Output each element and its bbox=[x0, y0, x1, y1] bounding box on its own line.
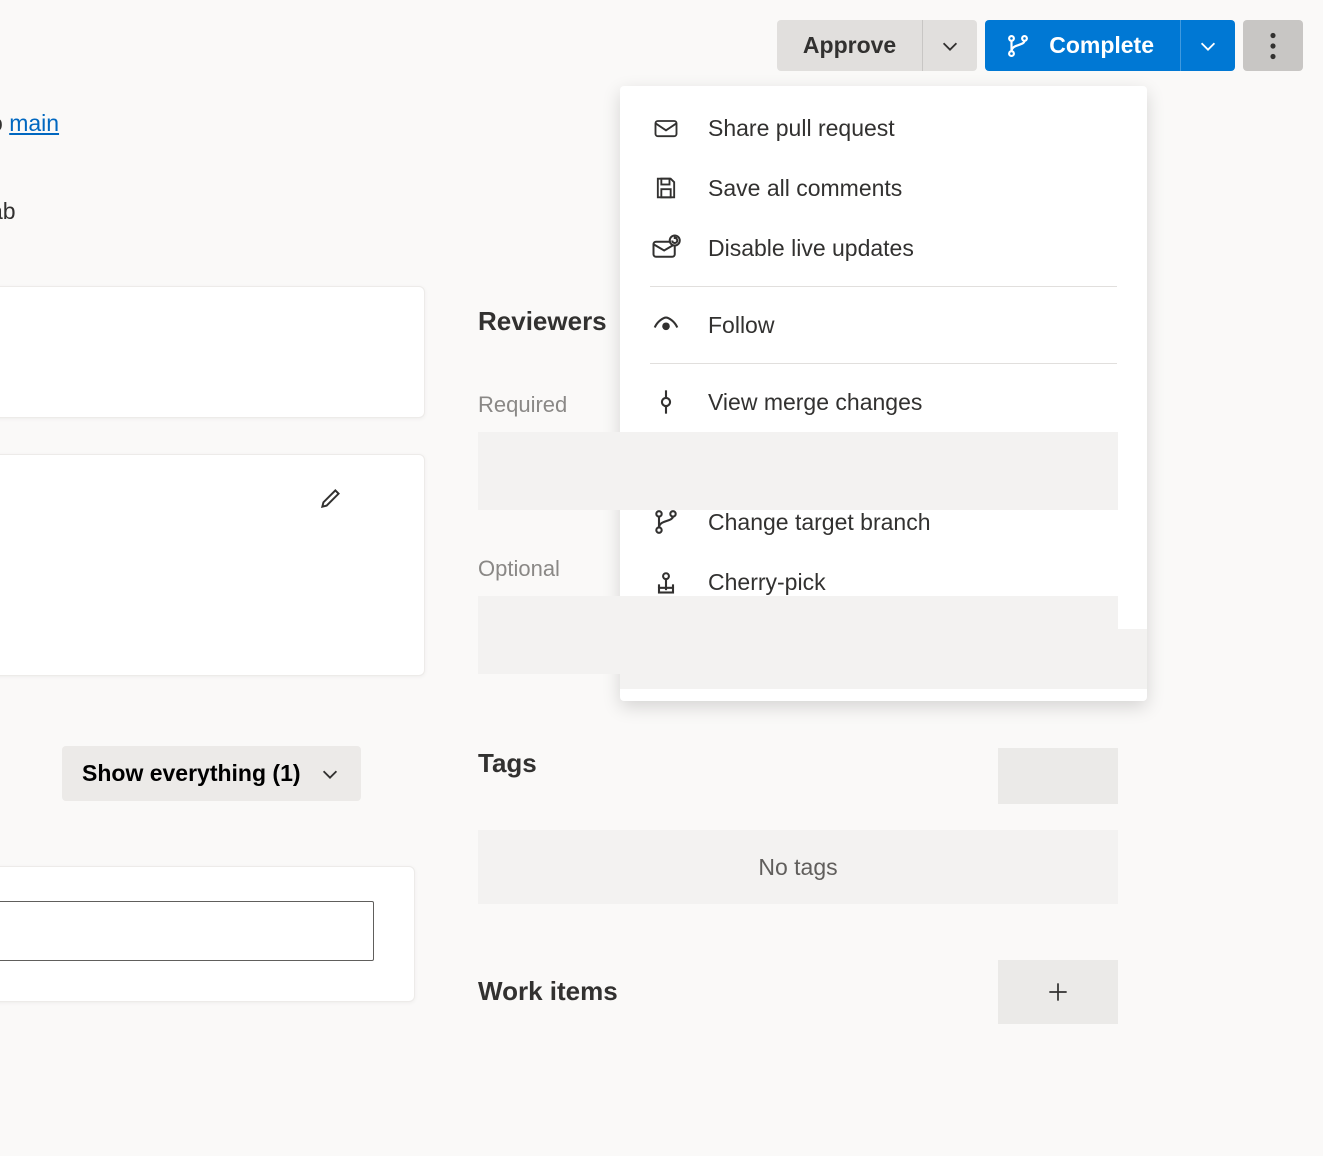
menu-label: Disable live updates bbox=[708, 235, 914, 262]
chevron-down-icon bbox=[939, 35, 961, 57]
breadcrumb: o main bbox=[0, 110, 59, 137]
show-filter-button[interactable]: Show everything (1) bbox=[62, 746, 361, 801]
menu-divider bbox=[650, 363, 1117, 364]
optional-label: Optional bbox=[478, 556, 560, 582]
chevron-down-icon bbox=[319, 763, 341, 785]
optional-reviewer-slot[interactable] bbox=[478, 596, 1118, 674]
menu-label: Cherry-pick bbox=[708, 569, 826, 596]
complete-split-button: Complete bbox=[985, 20, 1235, 71]
menu-save-comments[interactable]: Save all comments bbox=[620, 158, 1147, 218]
menu-label: Change target branch bbox=[708, 509, 931, 536]
branch-icon bbox=[1005, 33, 1031, 59]
complete-dropdown-button[interactable] bbox=[1180, 20, 1235, 71]
menu-label: Share pull request bbox=[708, 115, 895, 142]
chevron-down-icon bbox=[1197, 35, 1219, 57]
breadcrumb-prefix: o bbox=[0, 110, 9, 136]
complete-button[interactable]: Complete bbox=[985, 20, 1180, 71]
reviewers-heading: Reviewers bbox=[478, 306, 607, 337]
eye-icon bbox=[650, 309, 682, 341]
menu-share-pr[interactable]: Share pull request bbox=[620, 98, 1147, 158]
tags-heading: Tags bbox=[478, 748, 537, 779]
menu-label: View merge changes bbox=[708, 389, 922, 416]
approve-button[interactable]: Approve bbox=[777, 20, 922, 71]
pr-toolbar: Approve Complete bbox=[777, 20, 1303, 71]
approve-dropdown-button[interactable] bbox=[922, 20, 977, 71]
menu-label: Follow bbox=[708, 312, 774, 339]
commit-icon bbox=[650, 386, 682, 418]
required-label: Required bbox=[478, 392, 567, 418]
menu-disable-live[interactable]: Disable live updates bbox=[620, 218, 1147, 278]
save-icon bbox=[650, 172, 682, 204]
mail-refresh-icon bbox=[650, 232, 682, 264]
tab-fragment: ab bbox=[0, 198, 16, 225]
comment-input-card bbox=[0, 866, 415, 1002]
add-tag-button-bg bbox=[998, 748, 1118, 804]
menu-view-merge[interactable]: View merge changes bbox=[620, 372, 1147, 432]
no-tags-placeholder: No tags bbox=[478, 830, 1118, 904]
approve-split-button: Approve bbox=[777, 20, 977, 71]
more-actions-button[interactable] bbox=[1243, 20, 1303, 71]
menu-follow[interactable]: Follow bbox=[620, 295, 1147, 355]
menu-label: Save all comments bbox=[708, 175, 902, 202]
required-reviewer-slot[interactable] bbox=[478, 432, 1118, 510]
show-filter-label: Show everything (1) bbox=[82, 760, 301, 787]
branch-icon bbox=[650, 506, 682, 538]
menu-divider bbox=[650, 286, 1117, 287]
plus-icon bbox=[1045, 979, 1071, 1005]
branch-link[interactable]: main bbox=[9, 110, 59, 136]
kebab-icon bbox=[1269, 32, 1277, 60]
description-card bbox=[0, 286, 425, 418]
comment-input[interactable] bbox=[0, 901, 374, 961]
add-workitem-button[interactable] bbox=[998, 960, 1118, 1024]
complete-label: Complete bbox=[1049, 32, 1154, 59]
edit-icon[interactable] bbox=[318, 485, 344, 516]
cherry-pick-icon bbox=[650, 566, 682, 598]
mail-icon bbox=[650, 112, 682, 144]
workitems-heading: Work items bbox=[478, 976, 618, 1007]
comment-card bbox=[0, 454, 425, 676]
